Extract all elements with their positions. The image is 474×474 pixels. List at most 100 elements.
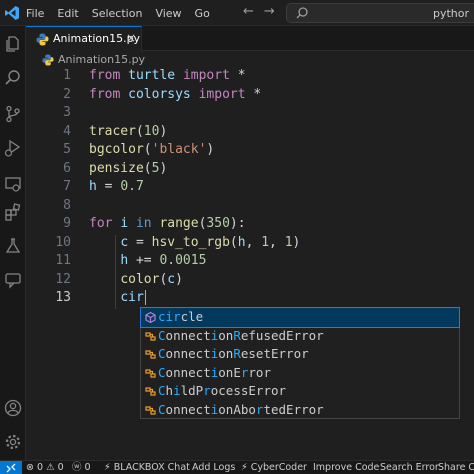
chat-icon[interactable] (3, 270, 23, 290)
forward-arrow-icon[interactable]: → (264, 4, 275, 19)
code-text: tracer(10) (89, 123, 168, 139)
ports-indicator[interactable]: ⓦ 0 (72, 461, 91, 474)
code-line[interactable]: 7 h = 0.7 (26, 179, 474, 198)
class-icon (145, 387, 156, 396)
code-line[interactable]: 3 (26, 105, 474, 124)
code-line[interactable]: 8 (26, 198, 474, 217)
status-bar: ⊗ 0 ⚠ 0 ⓦ 0 ⚡ BLACKBOX Chat Add Logs ⚡ C… (0, 460, 474, 474)
back-arrow-icon[interactable]: ← (243, 4, 254, 19)
status-item-label: BLACKBOX Chat (113, 462, 190, 473)
info-count: 0 (84, 462, 91, 473)
run-debug-icon[interactable] (3, 138, 23, 158)
explorer-icon[interactable] (3, 34, 23, 54)
line-number: 2 (63, 86, 71, 102)
suggestion-label: ConnectionAbortedError (158, 401, 324, 417)
class-icon (145, 368, 156, 378)
editor-tabs: Animation15.py × (26, 26, 474, 52)
line-number: 9 (63, 216, 71, 231)
status-blackbox-chat[interactable]: ⚡ BLACKBOX Chat (104, 461, 190, 474)
code-line[interactable]: 13 cir (26, 290, 474, 309)
lightning-icon: ⚡ (104, 462, 111, 473)
suggestion-item[interactable]: ConnectionAbortedError (141, 401, 459, 420)
testing-icon[interactable] (3, 236, 23, 256)
settings-gear-icon[interactable] (3, 432, 23, 452)
code-line[interactable]: 4 tracer(10) (26, 124, 474, 143)
menu-go[interactable]: Go (195, 7, 210, 20)
line-number: 7 (63, 179, 71, 194)
suggestion-item[interactable]: circle (140, 307, 460, 328)
code-line[interactable]: 6 pensize(5) (26, 161, 474, 180)
breadcrumb-file[interactable]: Animation15.py (58, 53, 145, 66)
python-file-icon (42, 54, 54, 66)
problems-indicator[interactable]: ⊗ 0 ⚠ 0 (26, 461, 64, 474)
vscode-logo-icon (5, 6, 19, 20)
command-center-text: pythor (433, 7, 470, 20)
suggestion-item[interactable]: ConnectionRefusedError (141, 327, 459, 346)
close-icon[interactable]: × (126, 31, 136, 45)
class-icon (145, 405, 156, 415)
error-count: 0 (37, 462, 44, 473)
code-line[interactable]: 5 bgcolor('black') (26, 142, 474, 161)
line-number: 10 (55, 234, 71, 250)
status-share-code[interactable]: Share C (438, 461, 474, 474)
tab-animation15[interactable]: Animation15.py × (26, 26, 142, 52)
title-bar: File Edit Selection View Go ← → pythor (0, 0, 474, 26)
extensions-icon[interactable] (3, 202, 23, 222)
code-text: h += 0.0015 (120, 253, 207, 268)
menu-edit[interactable]: Edit (57, 7, 78, 20)
code-line[interactable]: 1 from turtle import * (26, 68, 474, 87)
remote-explorer-icon[interactable] (3, 174, 23, 194)
line-number: 4 (63, 123, 71, 139)
search-icon[interactable] (3, 68, 23, 88)
remote-icon (6, 463, 16, 473)
source-control-icon[interactable] (3, 104, 23, 124)
status-cybercoder[interactable]: ⚡ CyberCoder (241, 461, 307, 474)
class-icon (145, 350, 156, 359)
status-add-logs[interactable]: Add Logs (192, 461, 235, 474)
line-number: 1 (63, 68, 71, 83)
status-item-label: CyberCoder (250, 462, 307, 473)
line-number: 8 (63, 197, 71, 213)
account-icon[interactable] (3, 398, 23, 418)
code-line[interactable]: 10 c = hsv_to_rgb(h, 1, 1) (26, 235, 474, 254)
code-line[interactable]: 11 h += 0.0015 (26, 253, 474, 272)
python-file-icon (36, 33, 49, 46)
menu-view[interactable]: View (155, 7, 181, 20)
line-number: 12 (55, 271, 71, 287)
line-number: 11 (55, 253, 71, 268)
line-number: 5 (63, 142, 71, 157)
activity-bar (0, 26, 26, 460)
suggestion-label: ConnectionError (158, 364, 271, 380)
command-center[interactable]: pythor (286, 3, 474, 23)
code-line[interactable]: 9 for i in range(350): (26, 216, 474, 235)
code-line[interactable]: 2 from colorsys import * (26, 87, 474, 106)
status-improve-code[interactable]: Improve Code (313, 461, 379, 474)
line-number: 6 (63, 160, 71, 176)
error-icon: ⊗ (26, 462, 34, 473)
lightning-icon: ⚡ (241, 462, 248, 473)
menu-file[interactable]: File (26, 7, 44, 20)
status-search-error[interactable]: Search Error (380, 461, 439, 474)
breadcrumb: Animation15.py (26, 52, 474, 68)
menu-selection[interactable]: Selection (92, 7, 143, 20)
code-text: h = 0.7 (89, 179, 144, 194)
suggestion-item[interactable]: ConnectionError (141, 364, 459, 383)
suggestion-label: ChildProcessError (158, 383, 287, 398)
code-text: from turtle import * (89, 68, 246, 83)
menu-bar: File Edit Selection View Go (26, 0, 223, 26)
text-cursor (144, 290, 146, 305)
suggestion-label: circle (158, 309, 204, 324)
line-number: 13 (55, 290, 71, 305)
method-cube-icon (145, 311, 156, 324)
class-icon (145, 331, 156, 341)
info-icon: ⓦ (72, 462, 82, 473)
remote-indicator[interactable] (0, 461, 22, 474)
code-text: pensize(5) (89, 160, 168, 176)
suggestion-label: ConnectionRefusedError (158, 327, 324, 343)
warning-icon: ⚠ (46, 462, 55, 473)
suggestion-item[interactable]: ChildProcessError (141, 382, 459, 401)
code-line[interactable]: 12 color(c) (26, 272, 474, 291)
search-icon (296, 7, 308, 19)
code-text: from colorsys import * (89, 86, 262, 102)
suggestion-item[interactable]: ConnectionResetError (141, 345, 459, 364)
